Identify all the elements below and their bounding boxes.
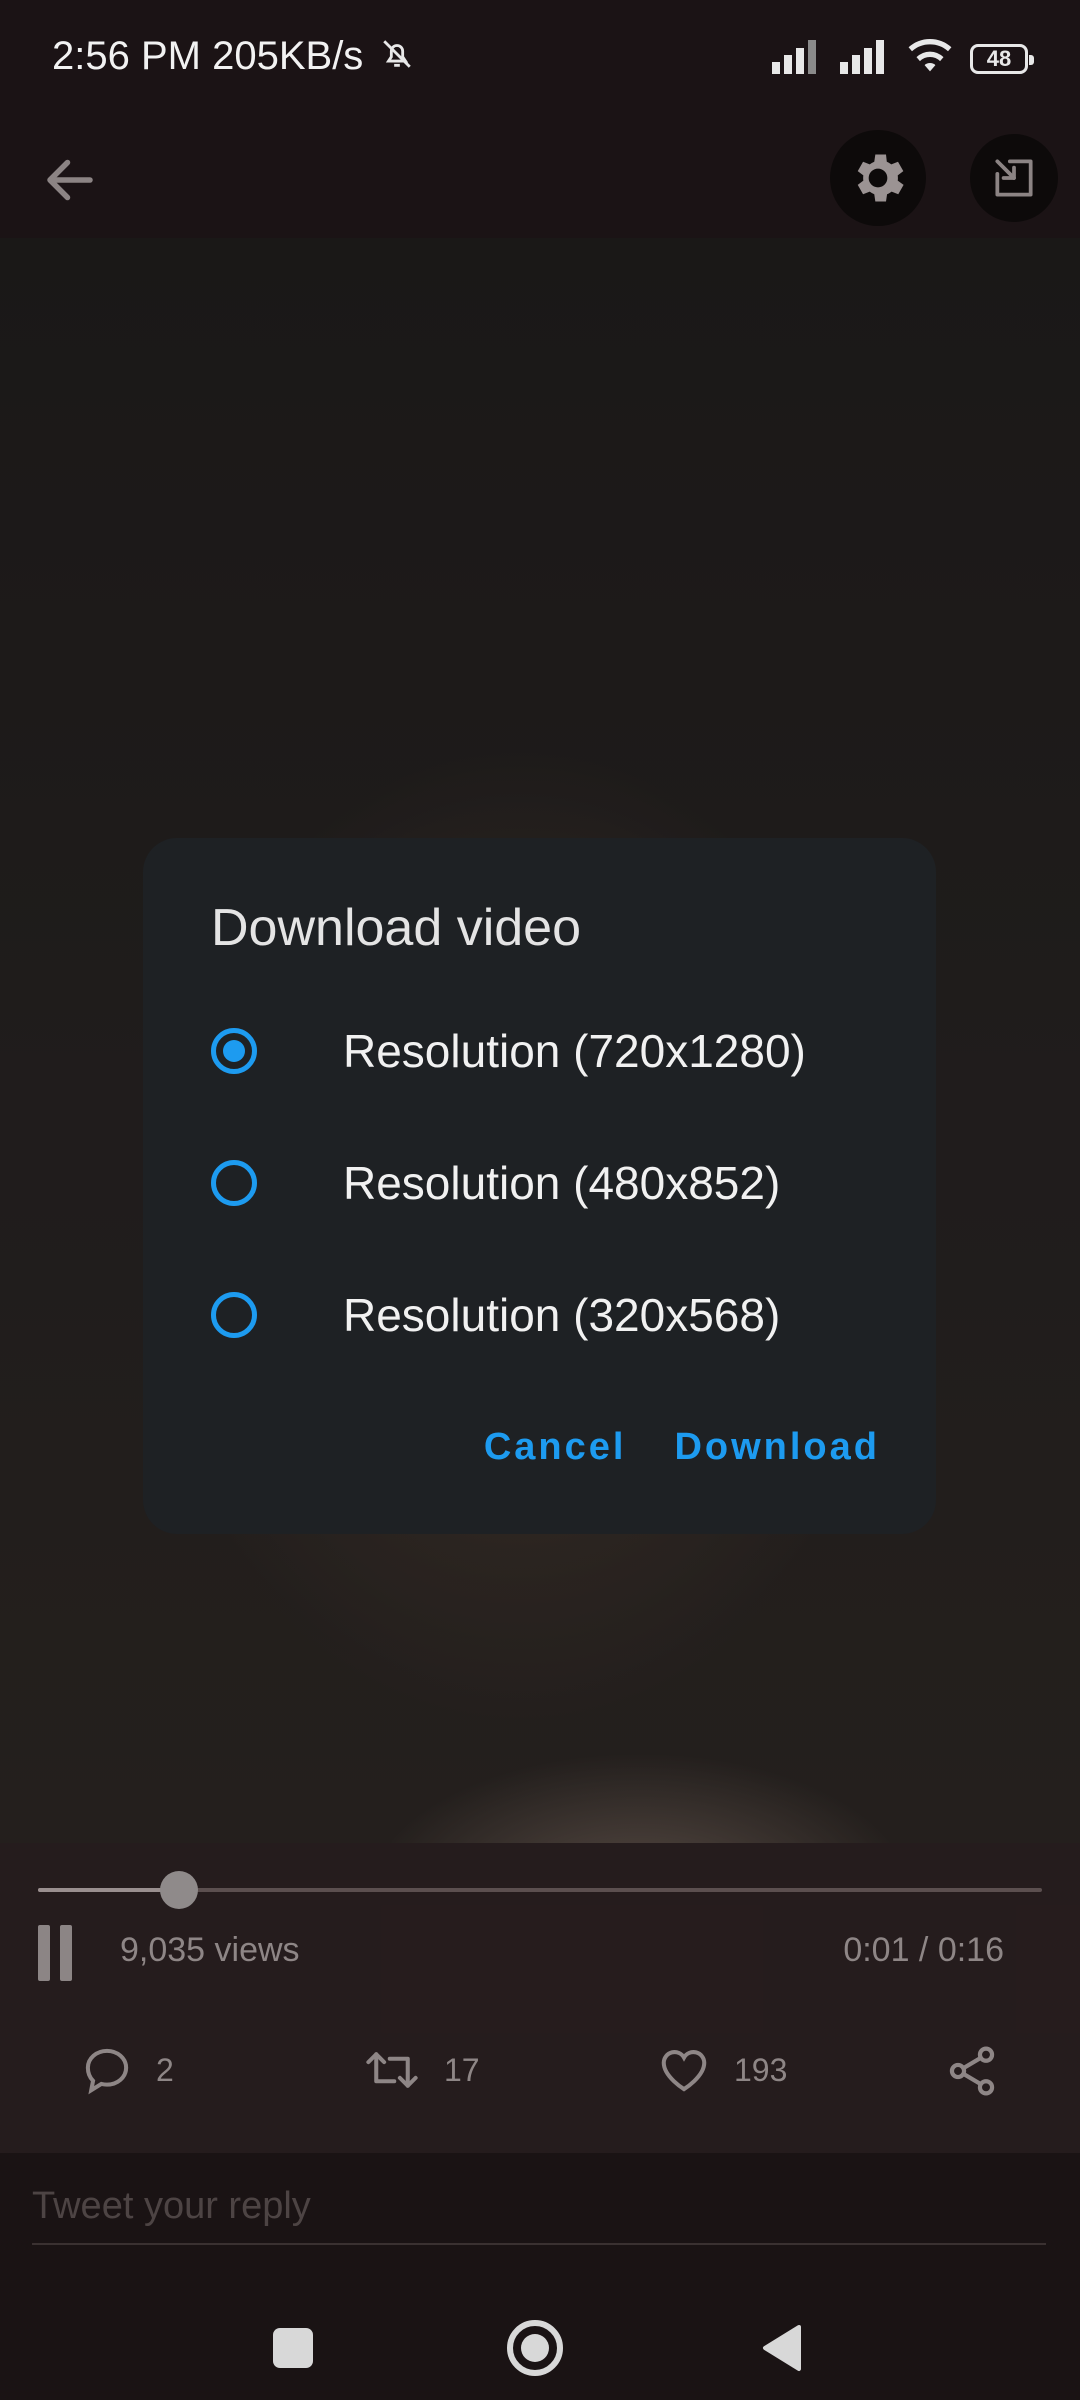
wifi-icon — [908, 38, 952, 80]
recents-square-icon — [273, 2328, 313, 2368]
like-action[interactable]: 193 — [656, 2043, 787, 2097]
reply-bar: Tweet your reply — [0, 2153, 1080, 2293]
download-video-dialog: Download video Resolution (720x1280) Res… — [143, 838, 936, 1534]
download-button[interactable]: Download — [674, 1426, 880, 1469]
timecode: 0:01 / 0:16 — [843, 1931, 1004, 1969]
home-button[interactable] — [500, 2313, 570, 2383]
top-toolbar — [0, 118, 1080, 238]
progress-bar[interactable] — [38, 1871, 1042, 1909]
view-count: 9,035 views — [120, 1931, 300, 1969]
player-controls: 9,035 views 0:01 / 0:16 2 17 193 — [0, 1843, 1080, 2153]
status-bar: 2:56 PM 205KB/s 48 — [0, 0, 1080, 118]
resolution-option-720[interactable]: Resolution (720x1280) — [211, 1018, 911, 1098]
mute-icon — [380, 36, 414, 81]
system-back-button[interactable] — [746, 2313, 816, 2383]
system-navbar — [0, 2293, 1080, 2400]
pause-icon — [38, 1925, 50, 1981]
signal-icon — [772, 39, 822, 79]
cancel-button[interactable]: Cancel — [484, 1426, 627, 1469]
option-label: Resolution (480x852) — [343, 1157, 781, 1209]
home-circle-icon — [507, 2320, 563, 2376]
signal-icon — [840, 39, 890, 79]
retweet-icon — [366, 2052, 418, 2088]
status-time-group: 2:56 PM 205KB/s — [52, 34, 414, 81]
back-triangle-icon — [763, 2325, 801, 2371]
network-speed: 205KB/s — [212, 34, 364, 78]
back-button[interactable] — [40, 148, 120, 212]
radio-button[interactable] — [211, 1160, 257, 1206]
heart-icon — [661, 2050, 707, 2092]
reply-input[interactable]: Tweet your reply — [32, 2169, 1046, 2245]
tweet-actions: 2 17 193 — [0, 2043, 1080, 2123]
settings-button[interactable] — [830, 130, 926, 226]
reply-icon — [85, 2048, 129, 2095]
option-label: Resolution (720x1280) — [343, 1025, 806, 1077]
reply-count: 2 — [156, 2051, 174, 2088]
reply-action[interactable]: 2 — [80, 2043, 174, 2097]
progress-thumb[interactable] — [159, 1871, 198, 1909]
picture-in-picture-button[interactable] — [970, 134, 1058, 222]
pause-icon — [60, 1925, 72, 1981]
back-arrow-icon — [47, 159, 93, 201]
battery-level: 48 — [986, 46, 1012, 71]
status-indicators: 48 — [772, 36, 1034, 82]
retweet-action[interactable]: 17 — [362, 2043, 480, 2097]
dialog-actions: Cancel Download — [484, 1426, 880, 1469]
radio-button[interactable] — [211, 1292, 257, 1338]
share-action[interactable] — [944, 2043, 1000, 2099]
dialog-title: Download video — [211, 899, 582, 957]
clock: 2:56 PM — [52, 34, 201, 78]
gear-icon — [857, 154, 904, 202]
radio-button[interactable] — [211, 1028, 257, 1074]
share-icon — [949, 2046, 995, 2096]
progress-fill — [38, 1888, 179, 1892]
recents-button[interactable] — [258, 2313, 328, 2383]
retweet-count: 17 — [444, 2051, 480, 2088]
pause-button[interactable] — [38, 1925, 78, 1981]
resolution-option-480[interactable]: Resolution (480x852) — [211, 1150, 911, 1230]
picture-in-picture-icon — [995, 159, 1033, 197]
resolution-option-320[interactable]: Resolution (320x568) — [211, 1282, 911, 1362]
like-count: 193 — [734, 2051, 788, 2088]
option-label: Resolution (320x568) — [343, 1289, 781, 1341]
battery-icon: 48 — [970, 44, 1034, 74]
